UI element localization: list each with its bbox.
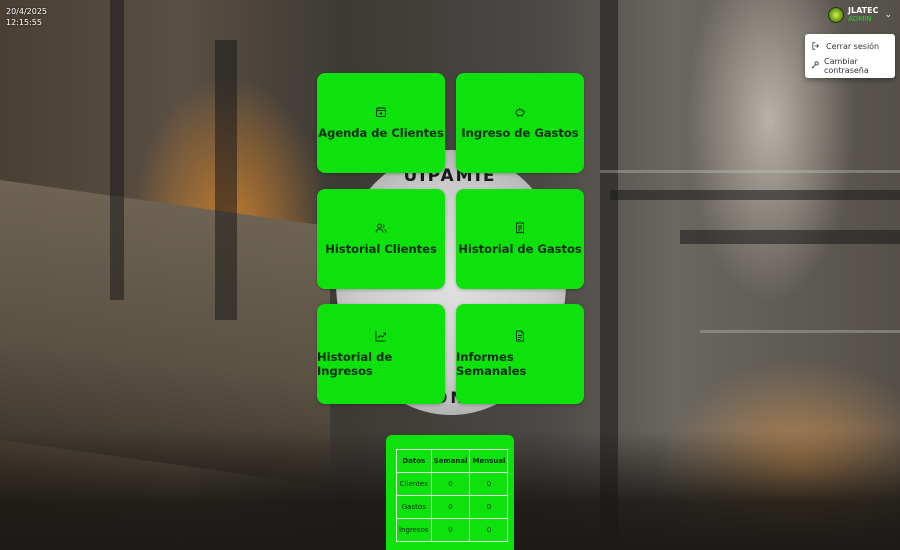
background-rail xyxy=(700,330,900,333)
datetime-display: 20/4/2025 12:15:55 xyxy=(6,6,47,28)
ingreso-gastos-card[interactable]: Ingreso de Gastos xyxy=(456,73,584,173)
background-beam xyxy=(610,190,900,200)
logout-icon xyxy=(811,41,821,52)
users-icon xyxy=(375,223,387,233)
user-dropdown-menu: Cerrar sesión Cambiar contraseña xyxy=(805,34,895,78)
logout-label: Cerrar sesión xyxy=(826,42,880,51)
receipt-icon xyxy=(516,222,524,234)
table-row: Clientes 0 0 xyxy=(396,472,509,496)
header-semanal: Semanal xyxy=(430,449,471,473)
summary-panel: Datos Semanal Mensual Clientes 0 0 Gasto… xyxy=(386,435,514,550)
change-password-label: Cambiar contraseña xyxy=(824,56,869,75)
calendar-add-icon xyxy=(376,107,386,117)
summary-table: Datos Semanal Mensual Clientes 0 0 Gasto… xyxy=(396,449,509,542)
key-icon xyxy=(811,60,819,71)
current-time: 12:15:55 xyxy=(6,18,42,27)
avatar xyxy=(828,6,845,23)
weekly-value: 0 xyxy=(430,472,471,496)
card-label: Historial de Ingresos xyxy=(317,350,393,378)
change-password-menu-item[interactable]: Cambiar contraseña xyxy=(805,56,895,75)
user-info: JLATEC ADMIN xyxy=(848,6,878,23)
chevron-down-icon[interactable]: ⌄ xyxy=(884,10,892,20)
summary-header-row: Datos Semanal Mensual xyxy=(396,449,509,473)
row-label: Ingresos xyxy=(396,518,432,542)
piggy-bank-icon xyxy=(515,107,526,117)
chart-line-icon xyxy=(375,331,386,342)
card-label: Historial Clientes xyxy=(325,242,437,256)
weekly-value: 0 xyxy=(430,495,471,519)
card-label: Historial de Gastos xyxy=(458,242,582,256)
card-label: Agenda de Clientes xyxy=(318,126,444,140)
row-label: Gastos xyxy=(396,495,432,519)
logout-menu-item[interactable]: Cerrar sesión xyxy=(805,37,895,56)
header-datos: Datos xyxy=(396,449,432,473)
background-beam xyxy=(215,40,237,320)
current-date: 20/4/2025 xyxy=(6,7,48,16)
informes-semanales-card[interactable]: Informes Semanales xyxy=(456,304,584,404)
row-label: Clientes xyxy=(396,472,432,496)
table-row: Gastos 0 0 xyxy=(396,495,509,519)
card-label: Informes Semanales xyxy=(456,350,527,378)
weekly-value: 0 xyxy=(430,518,471,542)
user-name: JLATEC xyxy=(848,6,879,15)
historial-clientes-card[interactable]: Historial Clientes xyxy=(317,189,445,289)
background-beam xyxy=(110,0,124,300)
background-beam xyxy=(680,230,900,244)
background-rail xyxy=(600,170,900,173)
document-icon xyxy=(516,330,524,342)
monthly-value: 0 xyxy=(469,495,509,519)
monthly-value: 0 xyxy=(469,472,509,496)
user-menu-toggle[interactable]: JLATEC ADMIN ⌄ xyxy=(828,6,892,23)
historial-gastos-card[interactable]: Historial de Gastos xyxy=(456,189,584,289)
historial-ingresos-card[interactable]: Historial de Ingresos xyxy=(317,304,445,404)
header-mensual: Mensual xyxy=(469,449,509,473)
agenda-clientes-card[interactable]: Agenda de Clientes xyxy=(317,73,445,173)
card-label: Ingreso de Gastos xyxy=(461,126,579,140)
monthly-value: 0 xyxy=(469,518,509,542)
table-row: Ingresos 0 0 xyxy=(396,518,509,542)
user-role: ADMIN xyxy=(848,15,872,23)
